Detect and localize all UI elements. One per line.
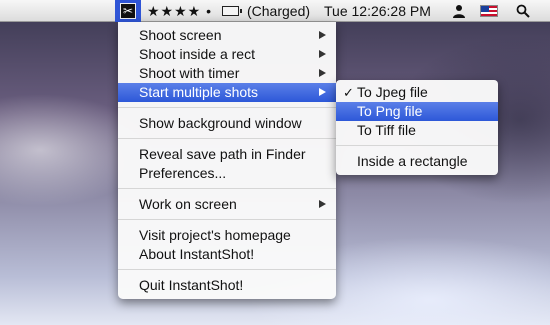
menu-item-label: To Tiff file [357, 122, 416, 138]
menu-item-label: Shoot with timer [139, 65, 240, 81]
instantshot-main-menu: Shoot screen Shoot inside a rect Shoot w… [118, 22, 336, 299]
battery-status[interactable]: (Charged) [247, 0, 310, 22]
submenu-item-to-tiff[interactable]: To Tiff file [336, 121, 498, 140]
menu-item-reveal-save-path[interactable]: Reveal save path in Finder [118, 145, 336, 164]
menu-item-quit[interactable]: Quit InstantShot! [118, 276, 336, 295]
menu-item-shoot-inside-rect[interactable]: Shoot inside a rect [118, 45, 336, 64]
menu-item-shoot-with-timer[interactable]: Shoot with timer [118, 64, 336, 83]
submenu-arrow-icon [319, 88, 326, 96]
submenu-arrow-icon [319, 31, 326, 39]
scissors-icon: ✂ [120, 3, 136, 19]
menu-item-visit-homepage[interactable]: Visit project's homepage [118, 226, 336, 245]
menu-item-label: Quit InstantShot! [139, 277, 244, 293]
menu-item-shoot-screen[interactable]: Shoot screen [118, 26, 336, 45]
rating-menu-extra[interactable]: ★★★★ • [147, 0, 212, 22]
menu-separator [118, 188, 336, 189]
submenu-item-inside-rectangle[interactable]: Inside a rectangle [336, 152, 498, 171]
menu-separator [118, 219, 336, 220]
menu-item-preferences[interactable]: Preferences... [118, 164, 336, 183]
menu-separator [336, 145, 498, 146]
checkmark-icon: ✓ [343, 85, 354, 100]
menu-item-label: Shoot inside a rect [139, 46, 255, 62]
menu-item-show-background-window[interactable]: Show background window [118, 114, 336, 133]
menu-item-work-on-screen[interactable]: Work on screen [118, 195, 336, 214]
battery-icon[interactable] [222, 6, 242, 16]
user-icon[interactable] [452, 4, 466, 18]
menu-separator [118, 107, 336, 108]
multiple-shots-submenu: ✓ To Jpeg file To Png file To Tiff file … [336, 80, 498, 175]
menu-item-label: Shoot screen [139, 27, 222, 43]
instantshot-menu-extra[interactable]: ✂ [115, 0, 141, 22]
menu-item-label: About InstantShot! [139, 246, 255, 262]
menu-item-label: Work on screen [139, 196, 237, 212]
submenu-item-to-jpeg[interactable]: ✓ To Jpeg file [336, 83, 498, 102]
menu-item-about[interactable]: About InstantShot! [118, 245, 336, 264]
spotlight-search-icon[interactable] [516, 4, 530, 18]
menu-item-label: Visit project's homepage [139, 227, 291, 243]
clock[interactable]: Tue 12:26:28 PM [324, 0, 431, 22]
menu-item-label: Preferences... [139, 165, 227, 181]
menu-item-start-multiple-shots[interactable]: Start multiple shots [118, 83, 336, 102]
menu-item-label: Start multiple shots [139, 84, 259, 100]
menu-item-label: Reveal save path in Finder [139, 146, 306, 162]
menu-item-label: Show background window [139, 115, 302, 131]
submenu-arrow-icon [319, 69, 326, 77]
us-flag-icon[interactable] [480, 5, 498, 17]
menu-item-label: To Png file [357, 103, 423, 119]
menu-separator [118, 269, 336, 270]
menu-bar: ✂ ★★★★ • (Charged) Tue 12:26:28 PM [0, 0, 550, 22]
menu-separator [118, 138, 336, 139]
menu-item-label: Inside a rectangle [357, 153, 468, 169]
menu-item-label: To Jpeg file [357, 84, 428, 100]
submenu-arrow-icon [319, 50, 326, 58]
submenu-item-to-png[interactable]: To Png file [336, 102, 498, 121]
submenu-arrow-icon [319, 200, 326, 208]
